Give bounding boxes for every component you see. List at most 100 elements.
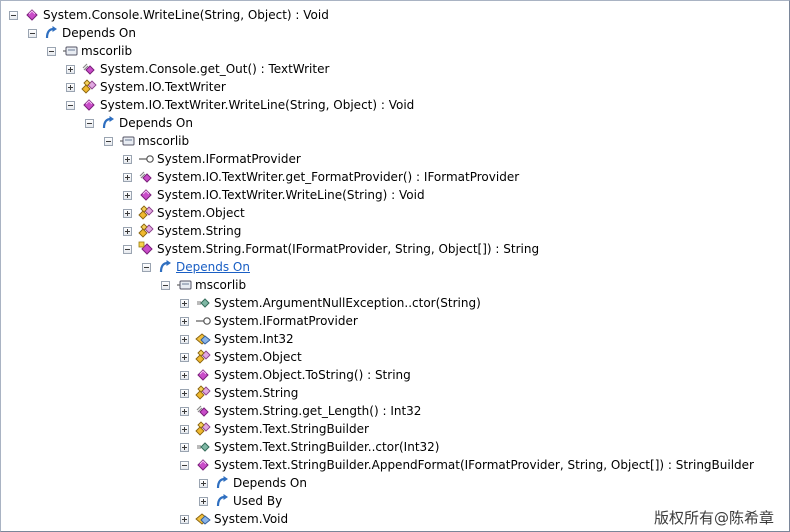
- tree-node[interactable]: mscorlib: [47, 42, 132, 60]
- collapse-toggle[interactable]: [28, 28, 37, 38]
- expand-toggle[interactable]: [123, 226, 132, 236]
- property-method-icon: [195, 403, 211, 419]
- collapse-toggle[interactable]: [66, 100, 75, 110]
- assembly-icon: [176, 277, 192, 293]
- tree-node-label: mscorlib: [138, 134, 190, 148]
- expand-toggle[interactable]: [180, 406, 189, 416]
- property-method-icon: [81, 61, 97, 77]
- expand-toggle[interactable]: [180, 334, 189, 344]
- tree-node-label: mscorlib: [195, 278, 247, 292]
- tree-node[interactable]: System.IO.TextWriter.get_FormatProvider(…: [123, 168, 519, 186]
- tree-node[interactable]: System.IO.TextWriter.WriteLine(String, O…: [66, 96, 414, 114]
- tree-node-label: System.String.get_Length() : Int32: [214, 404, 422, 418]
- tree-node[interactable]: System.IO.TextWriter.WriteLine(String) :…: [123, 186, 425, 204]
- method-icon: [24, 7, 40, 23]
- tree-node-label: System.Object: [214, 350, 302, 364]
- tree-node-label: System.ArgumentNullException..ctor(Strin…: [214, 296, 481, 310]
- expand-toggle[interactable]: [123, 172, 132, 182]
- expand-toggle[interactable]: [66, 82, 75, 92]
- tree-node-label: Depends On: [62, 26, 136, 40]
- struct-icon: [195, 511, 211, 527]
- watermark: 版权所有@陈希章: [653, 509, 774, 527]
- expand-toggle[interactable]: [123, 154, 132, 164]
- collapse-toggle[interactable]: [142, 262, 151, 272]
- collapse-toggle[interactable]: [123, 244, 132, 254]
- class-icon: [195, 385, 211, 401]
- tree-node-label: System.IO.TextWriter: [100, 80, 226, 94]
- tree-node[interactable]: System.Object.ToString() : String: [180, 366, 411, 384]
- tree-node[interactable]: Depends On: [199, 474, 307, 492]
- tree-node-label: System.Text.StringBuilder: [214, 422, 369, 436]
- tree-node[interactable]: System.String: [123, 222, 241, 240]
- property-method-icon: [138, 169, 154, 185]
- expand-toggle[interactable]: [180, 316, 189, 326]
- tree-node[interactable]: System.Console.WriteLine(String, Object)…: [9, 6, 329, 24]
- expand-toggle[interactable]: [180, 352, 189, 362]
- tree-node-label: System.String: [157, 224, 242, 238]
- dependency-tree-panel: System.Console.WriteLine(String, Object)…: [0, 0, 790, 532]
- tree-node-label: System.String: [214, 386, 299, 400]
- tree-node[interactable]: System.IFormatProvider: [180, 312, 358, 330]
- tree-node[interactable]: System.Void: [180, 510, 288, 528]
- interface-icon: [195, 313, 211, 329]
- tree-node-label[interactable]: Depends On: [176, 259, 250, 275]
- tree-node[interactable]: System.Object: [180, 348, 302, 366]
- tree-node[interactable]: System.Console.get_Out() : TextWriter: [66, 60, 329, 78]
- expand-toggle[interactable]: [199, 496, 208, 506]
- tree-node-label: Used By: [233, 494, 283, 508]
- collapse-toggle[interactable]: [180, 460, 189, 470]
- tree-node-label: System.IO.TextWriter.WriteLine(String) :…: [157, 188, 425, 202]
- expand-toggle[interactable]: [180, 388, 189, 398]
- dependency-arrow-icon: [43, 25, 59, 41]
- expand-toggle[interactable]: [123, 208, 132, 218]
- tree-node[interactable]: System.ArgumentNullException..ctor(Strin…: [180, 294, 481, 312]
- tree-node-label: System.Text.StringBuilder.AppendFormat(I…: [214, 458, 754, 472]
- class-icon: [195, 421, 211, 437]
- tree-node-label: mscorlib: [81, 44, 133, 58]
- method-icon: [195, 367, 211, 383]
- collapse-toggle[interactable]: [9, 10, 18, 20]
- collapse-toggle[interactable]: [104, 136, 113, 146]
- tree-node[interactable]: mscorlib: [104, 132, 189, 150]
- tree-node[interactable]: Depends On: [142, 258, 250, 276]
- expand-toggle[interactable]: [180, 370, 189, 380]
- tree-node-label: System.String.Format(IFormatProvider, St…: [157, 242, 540, 256]
- collapse-toggle[interactable]: [47, 46, 56, 56]
- tree-node[interactable]: Depends On: [28, 24, 136, 42]
- tree-node-label: Depends On: [119, 116, 193, 130]
- tree-node[interactable]: Used By: [199, 492, 282, 510]
- collapse-toggle[interactable]: [161, 280, 170, 290]
- class-icon: [195, 349, 211, 365]
- collapse-toggle[interactable]: [85, 118, 94, 128]
- tree-node[interactable]: System.Int32: [180, 330, 294, 348]
- method-icon: [138, 187, 154, 203]
- tree-node[interactable]: System.String.get_Length() : Int32: [180, 402, 421, 420]
- tree-node-label: System.Text.StringBuilder..ctor(Int32): [214, 440, 440, 454]
- tree-node[interactable]: System.IO.TextWriter: [66, 78, 226, 96]
- expand-toggle[interactable]: [180, 424, 189, 434]
- expand-toggle[interactable]: [123, 190, 132, 200]
- tree-node[interactable]: System.Object: [123, 204, 245, 222]
- tree-node[interactable]: System.Text.StringBuilder..ctor(Int32): [180, 438, 440, 456]
- tree-node[interactable]: System.String: [180, 384, 298, 402]
- expand-toggle[interactable]: [180, 442, 189, 452]
- expand-toggle[interactable]: [180, 514, 189, 524]
- expand-toggle[interactable]: [66, 64, 75, 74]
- tree-node[interactable]: System.IFormatProvider: [123, 150, 301, 168]
- class-icon: [81, 79, 97, 95]
- dependency-arrow-icon: [214, 493, 230, 509]
- assembly-icon: [62, 43, 78, 59]
- tree-node-label: System.IO.TextWriter.get_FormatProvider(…: [157, 170, 520, 184]
- expand-toggle[interactable]: [199, 478, 208, 488]
- expand-toggle[interactable]: [180, 298, 189, 308]
- tree-node[interactable]: System.Text.StringBuilder: [180, 420, 369, 438]
- tree-node-label: System.Object.ToString() : String: [214, 368, 411, 382]
- tree-node-label: System.Int32: [214, 332, 294, 346]
- tree-node-label: System.Object: [157, 206, 245, 220]
- tree-node[interactable]: System.Text.StringBuilder.AppendFormat(I…: [180, 456, 754, 474]
- tree-node[interactable]: Depends On: [85, 114, 193, 132]
- tree-node-label: System.Console.get_Out() : TextWriter: [100, 62, 330, 76]
- tree-node[interactable]: System.String.Format(IFormatProvider, St…: [123, 240, 539, 258]
- tree-node-label: System.IFormatProvider: [214, 314, 358, 328]
- tree-node[interactable]: mscorlib: [161, 276, 246, 294]
